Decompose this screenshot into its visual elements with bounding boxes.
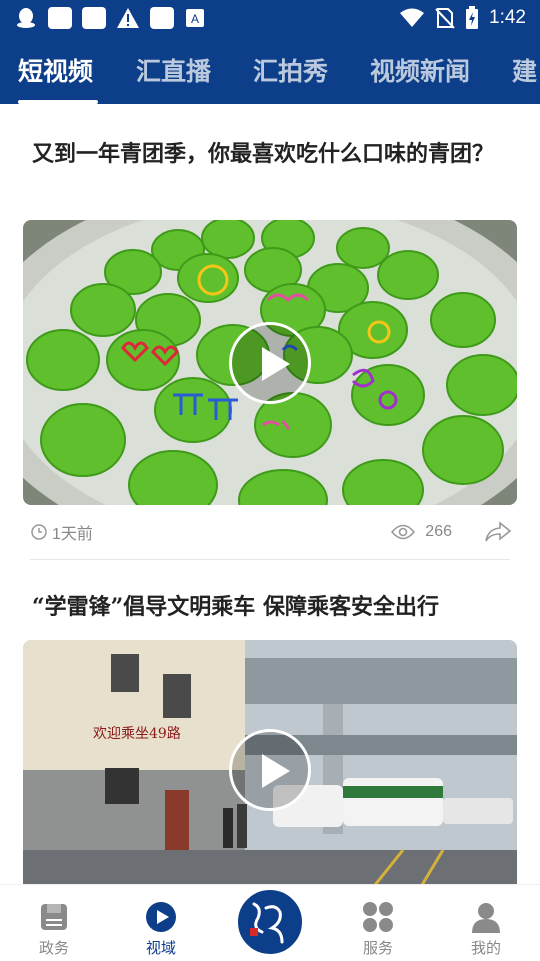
grid-icon (363, 902, 393, 932)
video-meta: 1天前 266 (30, 512, 512, 552)
card-divider (30, 559, 510, 560)
nav-item-video[interactable]: 视域 (121, 885, 201, 961)
status-icons-right: 1:42 (399, 6, 526, 30)
nav-label: 我的 (470, 939, 501, 957)
video-title[interactable]: “学雷锋”倡导文明乘车 保障乘客安全出行 (32, 589, 508, 625)
tab-photo-show[interactable]: 汇拍秀 (253, 52, 328, 88)
status-bar: A 1:42 (0, 0, 540, 36)
battery-charging-icon (466, 6, 479, 29)
video-title[interactable]: 又到一年青团季，你最喜欢吃什么口味的青团？ (32, 136, 508, 172)
play-button[interactable] (229, 321, 311, 404)
video-thumbnail[interactable]: 欢迎乘坐49路 (23, 640, 517, 884)
document-icon (41, 904, 67, 930)
font-icon: A (186, 9, 204, 27)
nav-item-government[interactable]: 政务 (14, 885, 94, 961)
eye-icon (391, 524, 416, 540)
nav-item-services[interactable]: 服务 (338, 885, 418, 961)
wifi-icon (400, 8, 425, 27)
nav-label: 服务 (362, 939, 393, 957)
app-icon (150, 7, 174, 29)
view-count: 266 (425, 523, 452, 540)
tab-short-video[interactable]: 短视频 (18, 52, 93, 88)
app-icon (82, 7, 106, 29)
share-icon[interactable] (484, 521, 512, 543)
home-logo-button[interactable] (236, 888, 304, 956)
nav-label: 政务 (38, 939, 69, 957)
video-thumbnail[interactable] (23, 220, 517, 505)
svg-text:A: A (191, 12, 199, 26)
video-feed[interactable]: 又到一年青团季，你最喜欢吃什么口味的青团？ 1天前 266 “学雷锋”倡导文明乘… (0, 104, 540, 884)
status-icons-left: A (14, 6, 206, 30)
nav-item-me[interactable]: 我的 (446, 885, 526, 961)
warning-icon (117, 8, 139, 28)
play-button[interactable] (229, 729, 311, 811)
user-icon (472, 903, 500, 933)
clock: 1:42 (489, 7, 526, 28)
tab-video-news[interactable]: 视频新闻 (370, 52, 470, 88)
tab-live[interactable]: 汇直播 (136, 52, 211, 88)
app-logo-icon (250, 902, 284, 944)
welcome-sign: 欢迎乘坐49路 (93, 726, 181, 742)
clock-icon (31, 524, 47, 540)
qq-icon (17, 8, 35, 28)
no-sim-icon (435, 8, 455, 29)
play-circle-icon (146, 902, 176, 932)
publish-time: 1天前 (52, 526, 93, 543)
tab-more[interactable]: 建 (512, 52, 537, 88)
app-icon (48, 7, 72, 29)
category-tabs: 短视频 汇直播 汇拍秀 视频新闻 建 (0, 36, 540, 104)
nav-label: 视域 (145, 939, 176, 957)
